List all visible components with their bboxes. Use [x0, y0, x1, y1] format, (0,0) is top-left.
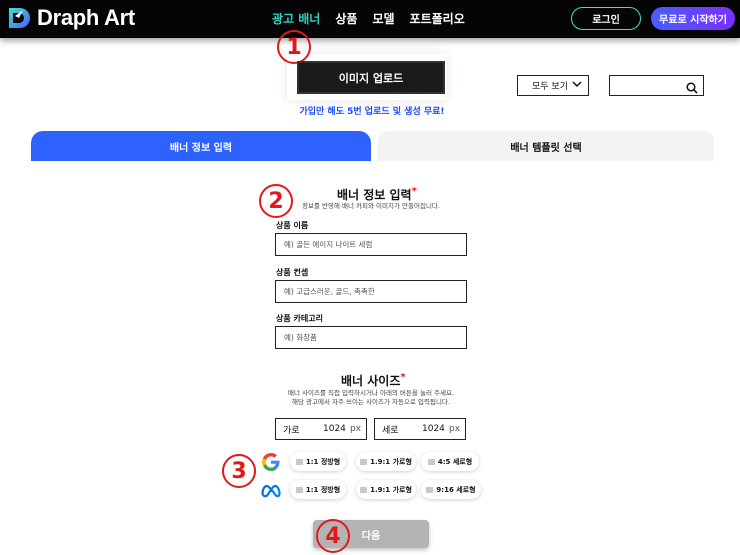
- top-nav-bar: Draph Art 광고 배너 상품 모델 포트폴리오 로그인 무료로 시작하기: [0, 0, 740, 38]
- width-label: 가로: [283, 425, 300, 436]
- nav-item-ad-banner[interactable]: 광고 배너: [272, 10, 320, 27]
- meta-preset-9-16-label: 9:16 세로형: [436, 485, 476, 494]
- page: Draph Art 광고 배너 상품 모델 포트폴리오 로그인 무료로 시작하기…: [0, 0, 740, 555]
- height-input[interactable]: 세로 1024 px: [374, 418, 466, 440]
- width-value: 1024: [323, 424, 346, 434]
- meta-preset-9-16[interactable]: 9:16 세로형: [421, 480, 481, 499]
- banner-info-title-text: 배너 정보 입력: [337, 188, 412, 202]
- nav-item-product[interactable]: 상품: [335, 10, 357, 27]
- height-label: 세로: [382, 425, 399, 436]
- google-preset-1-9-1-label: 1.9:1 가로형: [370, 457, 412, 466]
- logo-text: Draph Art: [37, 5, 135, 30]
- width-unit: px: [350, 424, 362, 434]
- google-preset-1-1-label: 1:1 정방형: [305, 457, 341, 466]
- step-marker-3: 3: [222, 454, 256, 488]
- square-icon: [295, 458, 303, 465]
- banner-info-description: 정보를 반영해 배너 카피와 이미지가 만들어집니다.: [302, 202, 440, 210]
- google-icon: [260, 451, 282, 473]
- search-box: [609, 75, 704, 97]
- banner-size-description-line1: 배너 사이즈를 직접 입력하시거나 아래의 버튼을 눌러 주세요.: [287, 389, 455, 397]
- square-icon: [360, 486, 368, 493]
- meta-preset-1-1[interactable]: 1:1 정방형: [290, 480, 346, 499]
- square-icon: [360, 458, 368, 465]
- start-free-button[interactable]: 무료로 시작하기: [651, 7, 735, 30]
- search-icon[interactable]: [686, 79, 698, 94]
- nav-item-model[interactable]: 모델: [372, 10, 394, 27]
- promo-text: 가입만 해도 5번 업로드 및 생성 무료!: [299, 107, 445, 117]
- product-category-label: 상품 카테고리: [276, 314, 323, 323]
- banner-size-title: 배너 사이즈*: [341, 372, 406, 389]
- step-marker-2: 2: [259, 184, 293, 218]
- banner-size-description-line2: 해당 광고에서 자주 쓰이는 사이즈가 자동으로 입력됩니다.: [292, 398, 450, 406]
- product-concept-input[interactable]: 예) 고급스러운, 골드, 촉촉한: [275, 280, 467, 303]
- image-upload-button[interactable]: 이미지 업로드: [297, 61, 445, 94]
- tab-banner-info[interactable]: 배너 정보 입력: [31, 131, 371, 161]
- tab-banner-template[interactable]: 배너 템플릿 선택: [378, 131, 714, 161]
- google-preset-1-1[interactable]: 1:1 정방형: [290, 452, 346, 471]
- step-marker-4: 4: [316, 519, 350, 553]
- meta-preset-1-9-1[interactable]: 1.9:1 가로형: [356, 480, 416, 499]
- draph-logo-icon: [6, 5, 32, 31]
- product-name-input[interactable]: 예) 골든 에이지 나이트 세럼: [275, 233, 467, 256]
- nav-item-portfolio[interactable]: 포트폴리오: [410, 10, 465, 27]
- product-concept-label: 상품 컨셉: [276, 268, 309, 277]
- required-mark: *: [411, 186, 417, 197]
- view-filter-label: 모두 보기: [532, 82, 568, 92]
- square-icon: [426, 486, 434, 493]
- banner-info-title: 배너 정보 입력*: [337, 186, 417, 203]
- login-button[interactable]: 로그인: [571, 7, 641, 30]
- google-preset-4-5-label: 4:5 세로형: [437, 457, 473, 466]
- height-value: 1024: [422, 424, 445, 434]
- banner-size-title-text: 배너 사이즈: [341, 374, 401, 388]
- width-input[interactable]: 가로 1024 px: [275, 418, 367, 440]
- meta-preset-1-1-label: 1:1 정방형: [305, 485, 341, 494]
- square-icon: [295, 486, 303, 493]
- height-unit: px: [449, 424, 461, 434]
- view-filter-select[interactable]: 모두 보기: [517, 75, 589, 96]
- meta-preset-1-9-1-label: 1.9:1 가로형: [370, 485, 412, 494]
- logo[interactable]: Draph Art: [6, 5, 135, 31]
- meta-icon: [260, 479, 282, 501]
- required-mark: *: [400, 372, 406, 383]
- search-input[interactable]: [610, 79, 685, 97]
- chevron-down-icon: [572, 79, 582, 92]
- google-preset-1-9-1[interactable]: 1.9:1 가로형: [356, 452, 416, 471]
- square-icon: [427, 458, 435, 465]
- google-preset-4-5[interactable]: 4:5 세로형: [421, 452, 479, 471]
- main-nav: 광고 배너 상품 모델 포트폴리오: [272, 10, 480, 27]
- product-name-label: 상품 이름: [276, 221, 309, 230]
- banner-size-description: 배너 사이즈를 직접 입력하시거나 아래의 버튼을 눌러 주세요. 해당 광고에…: [270, 389, 472, 407]
- product-category-input[interactable]: 예) 화장품: [275, 326, 467, 349]
